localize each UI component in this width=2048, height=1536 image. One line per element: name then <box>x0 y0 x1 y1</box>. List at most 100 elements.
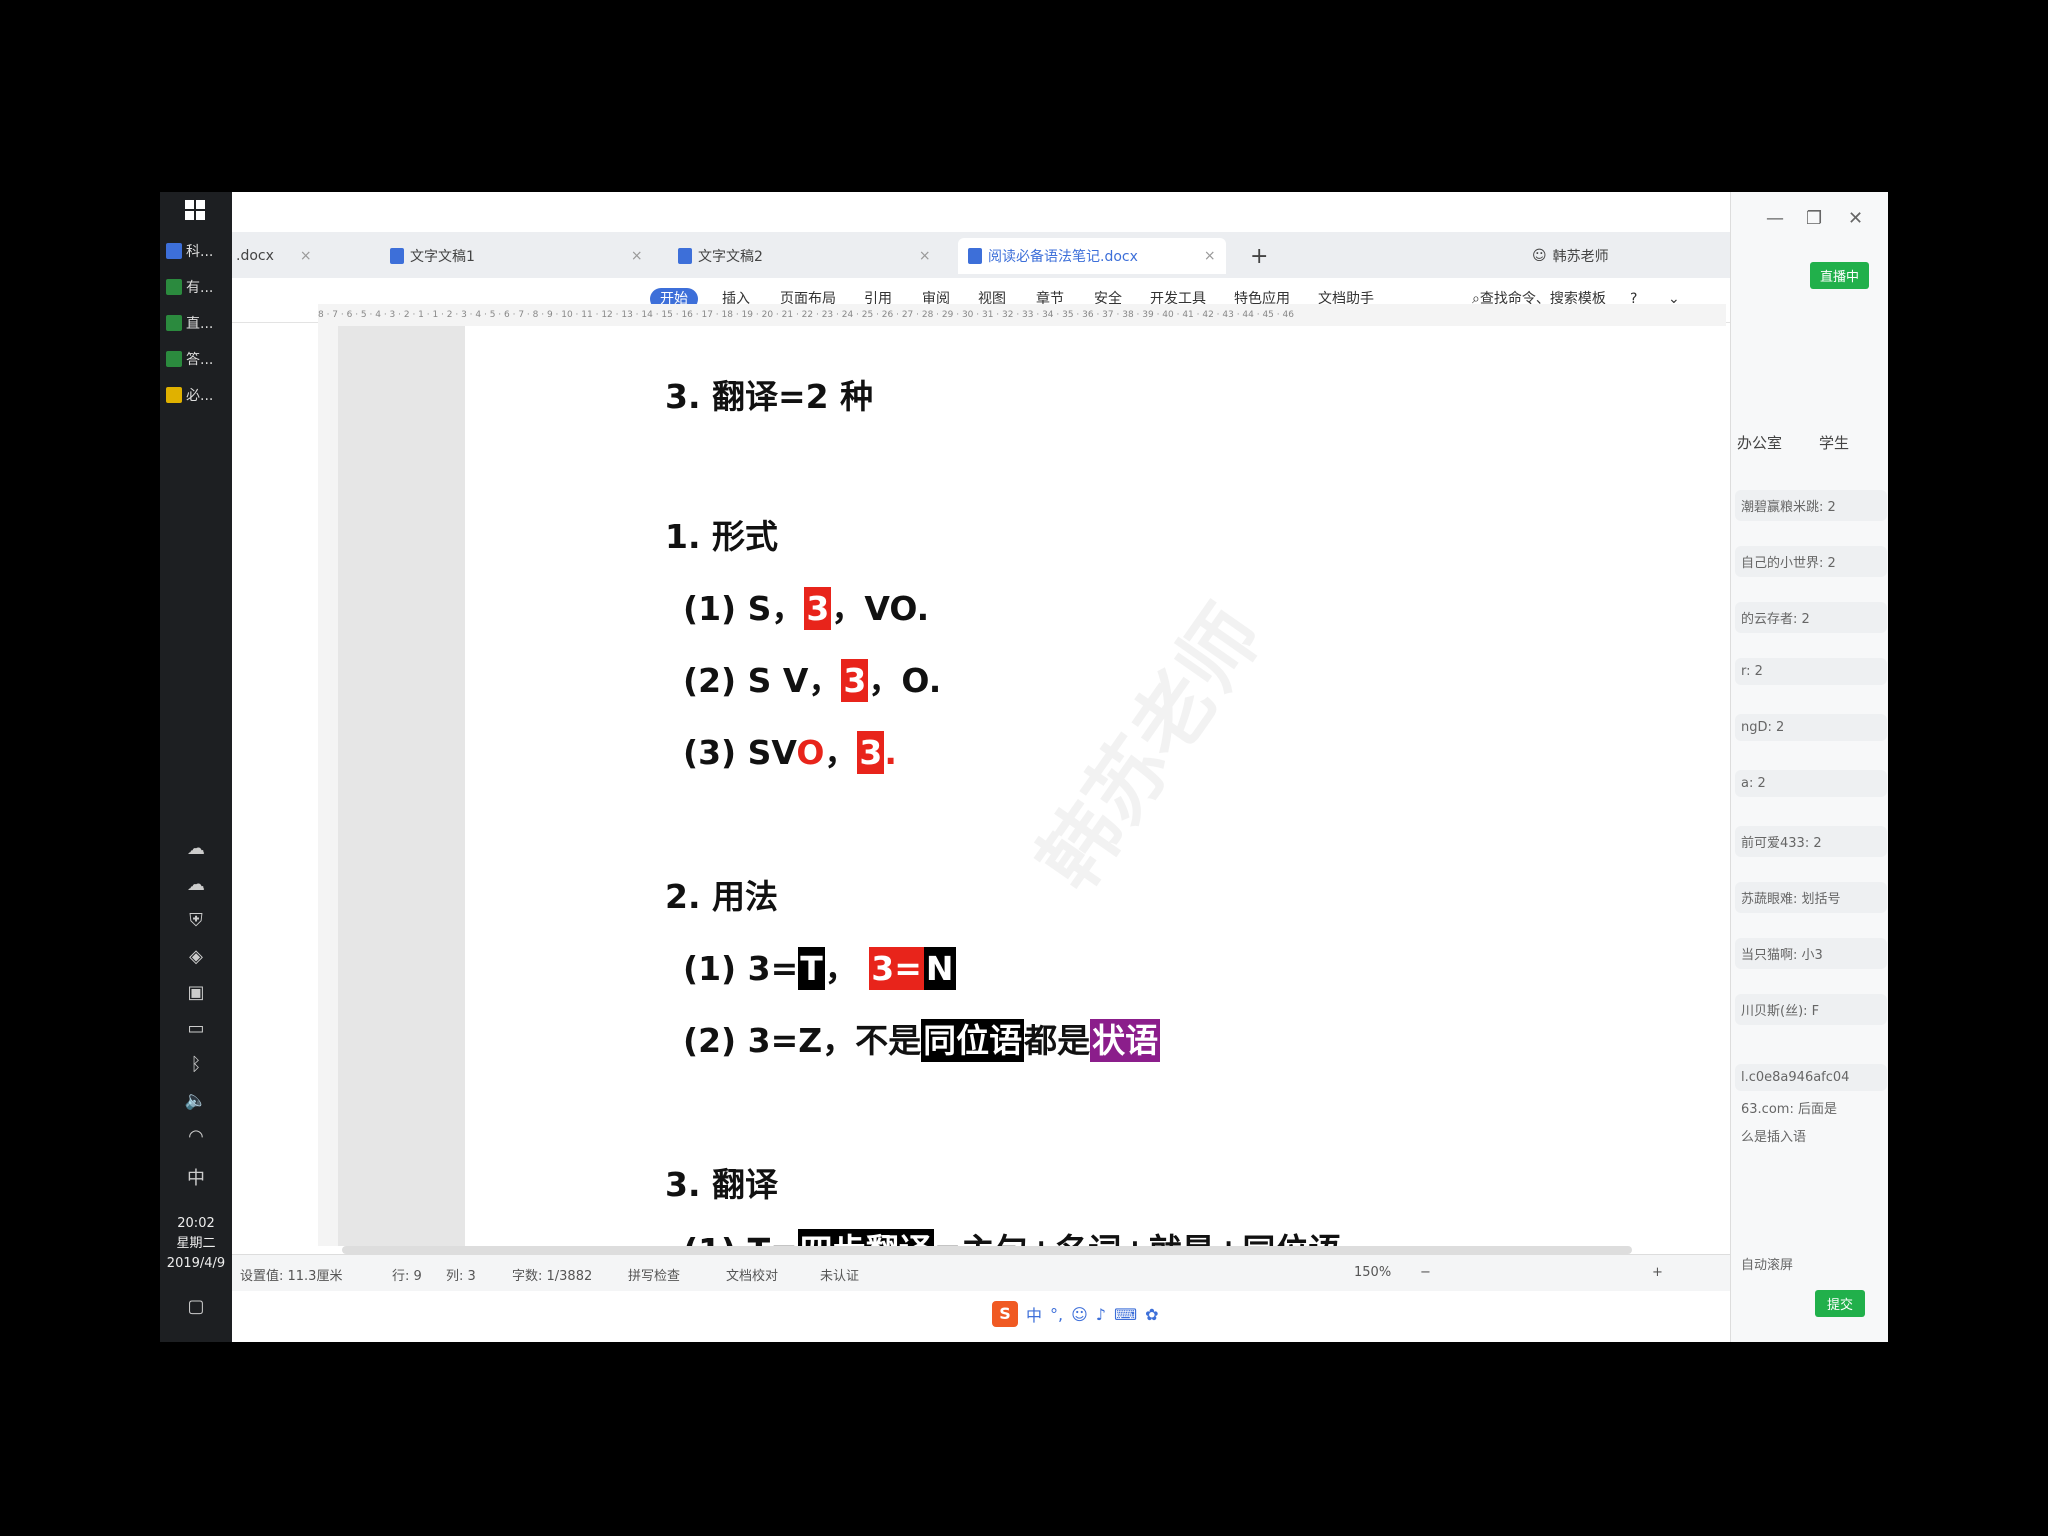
tab-office[interactable]: 办公室 <box>1737 432 1782 453</box>
chat-panel: 办公室 学生 潮碧赢粮米跳: 2 自己的小世界: 2 的云存者: 2 r: 2 … <box>1730 192 1888 1342</box>
windows-taskbar: 科... 有... 直... 答... 必... ☁ ☁ ⛨ ◈ ▣ ▭ ᛒ 🔈… <box>160 192 232 1342</box>
bluetooth-icon[interactable]: ᛒ <box>178 1054 214 1078</box>
document-icon <box>678 248 692 264</box>
emoji-icon: ☺ <box>1071 1304 1088 1324</box>
horizontal-scrollbar[interactable] <box>342 1246 1632 1254</box>
chat-message: r: 2 <box>1735 658 1887 685</box>
doc-icon <box>166 315 182 331</box>
tab-active-notes[interactable]: 阅读必备语法笔记.docx × <box>958 238 1226 274</box>
doc-icon <box>166 351 182 367</box>
chat-message: 川贝斯(丝): F <box>1735 994 1887 1025</box>
section-usage-title: 2. 用法 <box>665 877 778 916</box>
translation-line-1: (1) T=四步翻译=主句+名词+就是+同位语 <box>683 1224 1341 1246</box>
wifi-icon[interactable]: ◠ <box>178 1126 214 1150</box>
taskbar-app-4[interactable]: 答... <box>166 344 226 374</box>
doc-icon <box>166 279 182 295</box>
chat-message: a: 2 <box>1735 770 1887 797</box>
punctuation-icon: °, <box>1050 1304 1064 1324</box>
zoom-in-button[interactable]: + <box>1652 1265 1663 1280</box>
cloud-icon[interactable]: ☁ <box>178 838 214 862</box>
zoom-level[interactable]: 150% <box>1354 1265 1391 1280</box>
ime-mode: 中 <box>1026 1306 1043 1325</box>
skin-icon: ✿ <box>1145 1304 1159 1324</box>
restore-icon[interactable]: ❐ <box>1806 208 1822 229</box>
document-icon <box>390 248 404 264</box>
status-col: 列: 3 <box>446 1269 476 1284</box>
spell-check-button[interactable]: 拼写检查 <box>628 1265 680 1284</box>
live-status-badge: 直播中 <box>1810 262 1870 289</box>
close-icon[interactable]: × <box>1204 248 1216 264</box>
app-tray-icon[interactable]: ▣ <box>178 982 214 1006</box>
windows-start-icon[interactable] <box>185 200 205 220</box>
clock-weekday: 星期二 <box>176 1236 216 1251</box>
form-line-1: (1) S，3，VO. <box>683 587 930 630</box>
vertical-ruler[interactable] <box>318 326 339 1246</box>
document-icon <box>968 248 982 264</box>
chat-message: l.c0e8a946afc04 <box>1735 1064 1887 1091</box>
cloud-icon[interactable]: ☁ <box>178 874 214 898</box>
close-icon[interactable]: × <box>631 248 643 264</box>
close-icon[interactable]: × <box>919 248 931 264</box>
screen: 科... 有... 直... 答... 必... ☁ ☁ ⛨ ◈ ▣ ▭ ᛒ 🔈… <box>160 192 1888 1342</box>
auto-scroll-toggle[interactable]: 自动滚屏 <box>1735 1248 1887 1279</box>
taskbar-app-2[interactable]: 有... <box>166 272 226 302</box>
notification-icon[interactable]: ▢ <box>178 1296 214 1320</box>
heading-translation-types: 3. 翻译=2 种 <box>665 377 874 416</box>
sogou-icon: S <box>992 1301 1018 1327</box>
chat-message: 潮碧赢粮米跳: 2 <box>1735 490 1887 521</box>
horizontal-ruler[interactable]: 8 · 7 · 6 · 5 · 4 · 3 · 2 · 1 · 1 · 2 · … <box>318 304 1726 327</box>
usage-line-2: (2) 3=Z，不是同位语都是状语 <box>683 1019 1161 1062</box>
wps-icon <box>166 243 182 259</box>
chat-message: 么是插入语 <box>1741 1130 1807 1145</box>
new-tab-button[interactable]: + <box>1250 238 1268 274</box>
cert-status[interactable]: 未认证 <box>820 1265 859 1284</box>
doc-proof-button[interactable]: 文档校对 <box>726 1265 778 1284</box>
avatar: ☺ <box>1532 248 1547 264</box>
ime-indicator[interactable]: 中 <box>178 1164 214 1189</box>
wps-window: .docx × 文字文稿1 × 文字文稿2 × 阅读必备语法笔记.docx × + ☺ 韩… <box>232 192 1730 1342</box>
shield-icon[interactable]: ⛨ <box>178 910 214 934</box>
tab-students[interactable]: 学生 <box>1819 432 1849 453</box>
ime-toolbar[interactable]: S 中 °, ☺ ♪ ⌨ ✿ <box>992 1300 1159 1328</box>
section-form-title: 1. 形式 <box>665 517 778 556</box>
form-line-3: (3) SVO，3. <box>683 731 897 774</box>
battery-icon[interactable]: ▭ <box>178 1018 214 1042</box>
taskbar-app-5[interactable]: 必... <box>166 380 226 410</box>
section-translation-title: 3. 翻译 <box>665 1165 778 1204</box>
minimize-icon[interactable]: — <box>1766 208 1784 229</box>
close-icon[interactable]: ✕ <box>1848 208 1863 229</box>
watermark: 韩苏老师 <box>1020 589 1281 906</box>
chat-message: 63.com: 后面是 <box>1741 1102 1837 1117</box>
security-icon[interactable]: ◈ <box>178 946 214 970</box>
system-clock[interactable]: 20:02 星期二 2019/4/9 <box>160 1214 232 1274</box>
volume-icon[interactable]: 🔈 <box>178 1090 214 1114</box>
usage-line-1: (1) 3=T， 3= N <box>683 947 956 990</box>
keyboard-icon: ⌨ <box>1114 1304 1138 1324</box>
chat-message: 当只猫啊: 小3 <box>1735 938 1887 969</box>
document-area: 韩苏老师 3. 翻译=2 种 1. 形式 (1) S，3，VO. (2) S V… <box>338 326 1726 1246</box>
clock-time: 20:02 <box>177 1216 215 1231</box>
document-tabs: .docx × 文字文稿1 × 文字文稿2 × 阅读必备语法笔记.docx × + ☺ 韩… <box>232 232 1730 279</box>
chat-message: ngD: 2 <box>1735 714 1887 741</box>
status-line: 行: 9 <box>392 1269 422 1284</box>
tab-doc1[interactable]: 文字文稿1 × <box>390 238 643 274</box>
tab-doc2[interactable]: 文字文稿2 × <box>678 238 931 274</box>
taskbar-app-3[interactable]: 直... <box>166 308 226 338</box>
submit-button[interactable]: 提交 <box>1815 1290 1866 1317</box>
user-account[interactable]: ☺ 韩苏老师 <box>1532 238 1609 274</box>
status-word-count[interactable]: 字数: 1/3882 <box>512 1265 592 1284</box>
clock-date: 2019/4/9 <box>166 1256 226 1271</box>
chat-message: 自己的小世界: 2 <box>1735 546 1887 577</box>
chat-message: 的云存者: 2 <box>1735 602 1887 633</box>
tab-docx[interactable]: .docx × <box>236 238 312 274</box>
zoom-out-button[interactable]: − <box>1420 1265 1431 1280</box>
taskbar-app-1[interactable]: 科... <box>166 236 226 266</box>
folder-icon <box>166 387 182 403</box>
document-page[interactable]: 韩苏老师 3. 翻译=2 种 1. 形式 (1) S，3，VO. (2) S V… <box>465 326 1726 1246</box>
form-line-2: (2) S V，3，O. <box>683 659 942 702</box>
status-position: 设置值: 11.3厘米 <box>240 1269 343 1284</box>
close-icon[interactable]: × <box>300 248 312 264</box>
chat-message: 苏蔬眼难: 划括号 <box>1735 882 1887 913</box>
status-bar: 设置值: 11.3厘米 行: 9 列: 3 字数: 1/3882 拼写检查 文档… <box>232 1254 1730 1291</box>
chat-message: 前可爱433: 2 <box>1735 826 1887 857</box>
